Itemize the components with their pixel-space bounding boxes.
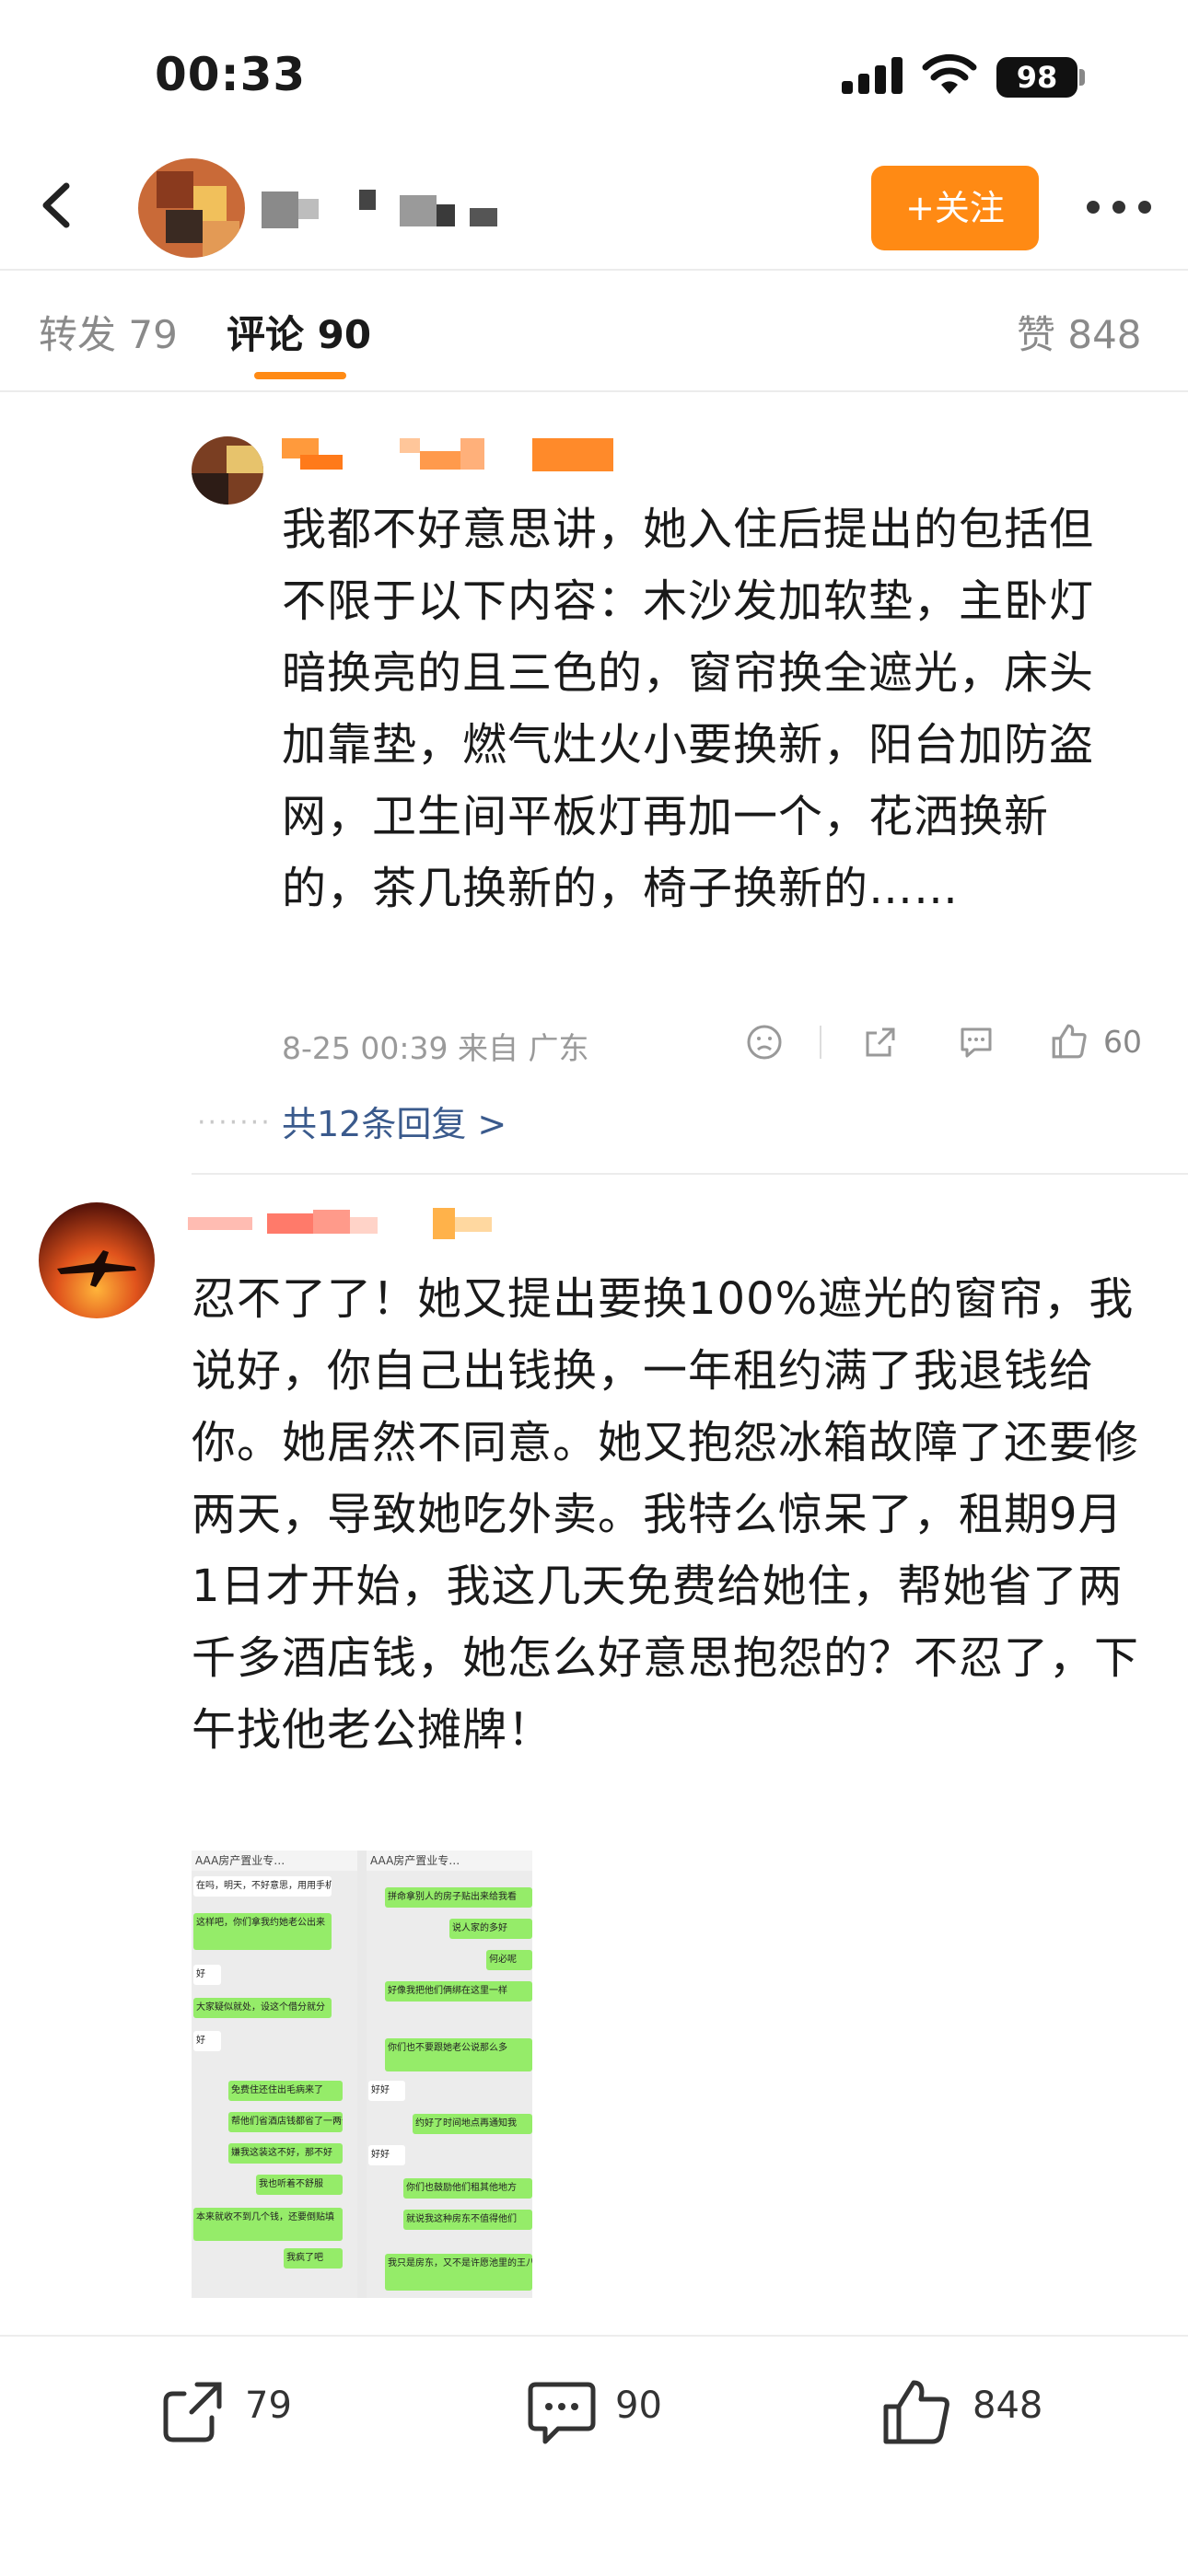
chat-bubble: 约好了时间地点再通知我 <box>413 2114 532 2134</box>
comment-avatar[interactable] <box>39 1202 155 1318</box>
back-arrow-icon[interactable] <box>39 182 72 228</box>
reply-thread-dots: ······· <box>197 1107 272 1139</box>
bottom-action-bar <box>0 2335 1188 2576</box>
comment-username-pixelated[interactable] <box>188 1204 538 1241</box>
tab-repost[interactable]: 转发 79 <box>39 304 178 360</box>
status-time: 00:33 <box>155 48 307 101</box>
comment-meta: 8-25 00:39 来自 广东 <box>282 1030 589 1066</box>
wifi-icon <box>922 53 977 94</box>
chat-bubble: 你们也鼓励他们租其他地方 <box>403 2178 532 2199</box>
like-thumb-icon[interactable] <box>1050 1022 1089 1061</box>
share-icon[interactable] <box>862 1024 899 1061</box>
chat-bubble: 好 <box>193 2031 221 2051</box>
chat-bubble: 说人家的多好 <box>449 1919 532 1939</box>
chat-bubble: 嫌我这装这不好，那不好 <box>228 2143 343 2164</box>
chat-bubble: 拼命拿别人的房子贴出来给我看 <box>385 1887 532 1908</box>
comment-text: 忍不了了！她又提出要换100%遮光的窗帘，我说好，你自己出钱换，一年租约满了我退… <box>192 1273 1140 1756</box>
action-separator <box>820 1026 821 1059</box>
repost-count[interactable]: 79 <box>245 2385 292 2427</box>
chat-bubble: 就说我这种房东不值得他们 <box>403 2210 532 2230</box>
chat-bubble: 好 <box>193 1965 221 1985</box>
chat-bubble: 我疯了吧 <box>284 2248 343 2269</box>
chat-bubble: 在吗，明天，不好意思，用用手机 <box>193 1876 332 1897</box>
chat-bubble: 大家疑似就处，设这个借分就分 <box>193 1998 332 2018</box>
comment-text: 我都不好意思讲，她入住后提出的包括但不限于以下内容：木沙发加软垫，主卧灯暗换亮的… <box>282 504 1095 914</box>
more-options-icon[interactable] <box>1087 201 1151 215</box>
chat-bubble: 好像我把他们俩绑在这里一样 <box>385 1981 532 2002</box>
like-icon[interactable] <box>880 2375 954 2449</box>
cellular-signal-icon <box>842 57 904 94</box>
chat-bubble: 好好 <box>368 2081 405 2101</box>
comment-image-chat-screenshot[interactable]: AAA房产置业专… 在吗，明天，不好意思，用用手机 这样吧，你们拿我约她老公出来… <box>192 1851 532 2298</box>
battery-tip <box>1079 69 1085 86</box>
follow-button[interactable]: +关注 <box>871 166 1039 250</box>
comment-avatar[interactable] <box>192 436 263 505</box>
comment-count[interactable]: 90 <box>615 2385 662 2427</box>
chat-bubble: 我只是房东，又不是许愿池里的王八，想住宫殿找别家 <box>385 2254 532 2291</box>
like-count-total[interactable]: 848 <box>973 2385 1042 2427</box>
chat-bubble: 你们也不要跟她老公说那么多 <box>385 2038 532 2071</box>
comment-username-pixelated[interactable] <box>282 435 613 475</box>
author-name-pixelated[interactable] <box>262 180 519 232</box>
chat-header: AAA房产置业专… <box>192 1851 357 1871</box>
chat-bubble: 免费住还住出毛病来了 <box>228 2081 343 2101</box>
battery-icon: 98 <box>996 57 1077 98</box>
dislike-face-icon[interactable] <box>746 1024 783 1061</box>
tab-comments[interactable]: 评论 90 <box>227 304 371 360</box>
chat-bubble: 何必呢 <box>486 1950 532 1970</box>
status-bar: 00:33 98 <box>0 0 1188 138</box>
chat-bubble: 帮他们省酒店钱都省了一两千 <box>228 2112 343 2132</box>
view-replies-link[interactable]: 共12条回复 > <box>282 1096 507 1146</box>
tabs-divider <box>0 390 1188 392</box>
like-count: 60 <box>1103 1024 1142 1060</box>
tab-likes[interactable]: 赞 848 <box>1017 304 1142 360</box>
reply-bubble-icon[interactable] <box>958 1024 995 1061</box>
comment-icon[interactable] <box>525 2375 599 2449</box>
comment-divider <box>192 1173 1188 1175</box>
author-avatar[interactable] <box>138 158 245 258</box>
chat-bubble: 本来就收不到几个钱，还要倒贴填 <box>193 2208 343 2241</box>
chat-bubble: 我也听着不舒服 <box>256 2175 343 2195</box>
active-tab-indicator <box>254 372 346 379</box>
chat-bubble: 好好 <box>368 2145 405 2165</box>
repost-icon[interactable] <box>157 2375 230 2449</box>
chat-bubble: 这样吧，你们拿我约她老公出来 <box>193 1913 332 1950</box>
header-divider <box>0 269 1188 271</box>
chat-header: AAA房产置业专… <box>367 1851 532 1871</box>
